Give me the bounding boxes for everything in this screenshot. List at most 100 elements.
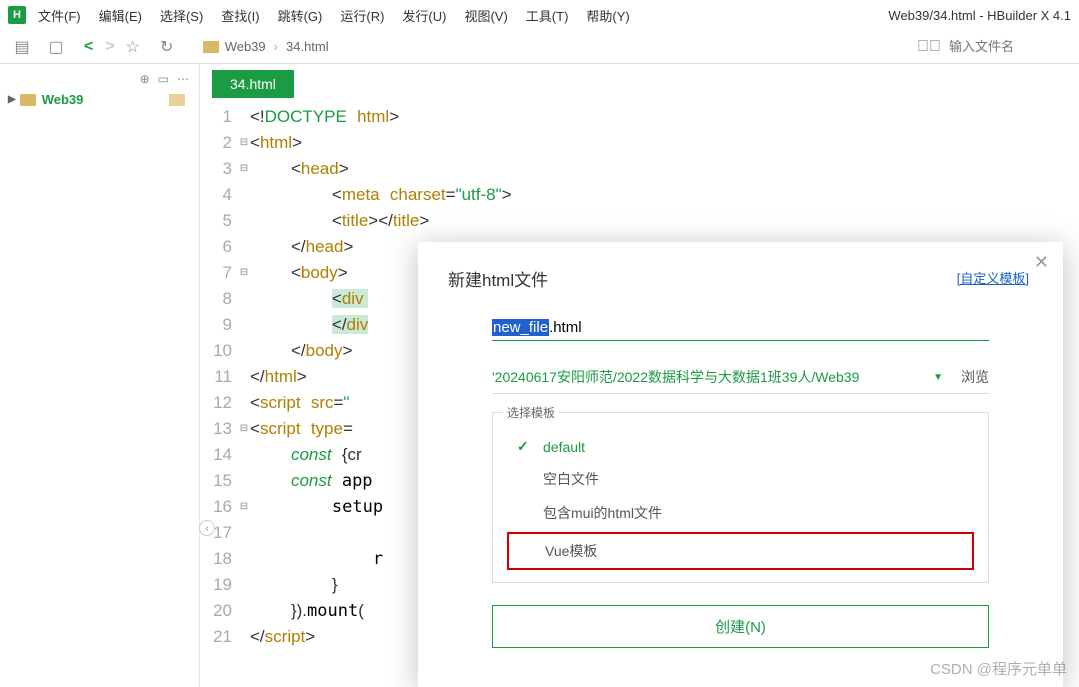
dialog-title: 新建html文件 (448, 266, 1033, 291)
new-file-dialog: ✕ 新建html文件 [自定义模板] new_file.html '202406… (418, 242, 1063, 687)
nav-forward-icon[interactable]: > (105, 38, 114, 56)
line-number: 9 (200, 312, 238, 338)
line-number: 16 (200, 494, 238, 520)
line-number: 12 (200, 390, 238, 416)
code-line[interactable]: 5 <title></title> (200, 208, 1079, 234)
tab-active[interactable]: 34.html (212, 70, 294, 98)
line-number: 19 (200, 572, 238, 598)
folder-icon (203, 41, 219, 53)
template-selector: 选择模板 ✓default空白文件包含mui的html文件Vue模板 (492, 412, 989, 583)
line-number: 5 (200, 208, 238, 234)
gutter-collapse-icon[interactable]: ‹ (199, 520, 215, 536)
path-value[interactable]: '20240617安阳师范/2022数据科学与大数据1班39人/Web39 (492, 367, 859, 387)
nav-back-icon[interactable]: < (84, 38, 93, 56)
code-line[interactable]: 2⊟<html> (200, 130, 1079, 156)
template-label: 包含mui的html文件 (543, 503, 662, 523)
code-text: </body> (250, 338, 352, 364)
code-text: } (250, 572, 338, 598)
template-option[interactable]: 空白文件 (507, 462, 974, 496)
breadcrumb-separator: › (274, 39, 278, 54)
code-text: setup (250, 494, 383, 520)
fold-icon[interactable]: ⊟ (238, 494, 250, 520)
fold-icon[interactable]: ⊟ (238, 156, 250, 182)
code-line[interactable]: 3⊟ <head> (200, 156, 1079, 182)
code-text: <html> (250, 130, 302, 156)
more-icon[interactable]: ⋯ (177, 72, 189, 86)
template-option[interactable]: ✓default (507, 431, 974, 462)
line-number: 2 (200, 130, 238, 156)
custom-template-link[interactable]: [自定义模板] (957, 268, 1029, 287)
code-text: <body> (250, 260, 348, 286)
breadcrumb-folder[interactable]: Web39 (225, 39, 266, 54)
menu-item[interactable]: 文件(F) (38, 6, 81, 25)
menu-item[interactable]: 跳转(G) (278, 6, 323, 25)
breadcrumb-file[interactable]: 34.html (286, 39, 329, 54)
code-text: </script> (250, 624, 315, 650)
toolbar: ▤ ▢ < > ☆ ↻ Web39 › 34.html �⃠ (0, 30, 1079, 64)
line-number: 10 (200, 338, 238, 364)
tree-item-project[interactable]: ▶ Web39 (0, 88, 199, 111)
line-number: 21 (200, 624, 238, 650)
collapse-icon[interactable]: ⊕ (140, 72, 150, 86)
template-label: 空白文件 (543, 469, 599, 489)
caret-icon: ▶ (8, 94, 16, 105)
menu-item[interactable]: 编辑(E) (99, 6, 142, 25)
code-text: <meta charset="utf-8"> (250, 182, 512, 208)
fold-icon[interactable]: ⊟ (238, 416, 250, 442)
template-label: Vue模板 (545, 541, 597, 561)
breadcrumb[interactable]: Web39 › 34.html (203, 39, 329, 54)
code-text: </head> (250, 234, 353, 260)
project-name: Web39 (42, 92, 84, 107)
caret-down-icon[interactable]: ▼ (933, 372, 943, 383)
editor-tabs: 34.html (200, 64, 1079, 98)
new-file-icon[interactable]: ▤ (10, 36, 34, 58)
template-option[interactable]: 包含mui的html文件 (507, 496, 974, 530)
fold-icon[interactable]: ⊟ (238, 260, 250, 286)
app-logo: H (8, 6, 26, 24)
code-text: </div (250, 312, 368, 338)
menu-bar: H 文件(F) 编辑(E) 选择(S) 查找(I) 跳转(G) 运行(R) 发行(U) 视图(… (0, 0, 1079, 30)
menu-item[interactable]: 查找(I) (221, 6, 259, 25)
menu-item[interactable]: 运行(R) (340, 6, 384, 25)
code-text: </html> (250, 364, 307, 390)
search-icon[interactable]: �⃠ (917, 38, 941, 56)
template-option[interactable]: Vue模板 (507, 532, 974, 570)
code-line[interactable]: 4 <meta charset="utf-8"> (200, 182, 1079, 208)
save-icon[interactable]: ▢ (44, 36, 68, 58)
path-row: '20240617安阳师范/2022数据科学与大数据1班39人/Web39 ▼ … (492, 367, 989, 394)
line-number: 13 (200, 416, 238, 442)
line-number: 15 (200, 468, 238, 494)
line-number: 3 (200, 156, 238, 182)
code-text: <title></title> (250, 208, 429, 234)
line-number: 8 (200, 286, 238, 312)
folder-icon (20, 94, 36, 106)
code-text: }).mount( (250, 598, 364, 624)
menu-item[interactable]: 视图(V) (464, 6, 507, 25)
search-input[interactable] (949, 39, 1069, 54)
star-icon[interactable]: ☆ (121, 36, 145, 58)
create-button[interactable]: 创建(N) (492, 605, 989, 648)
menu-item[interactable]: 选择(S) (160, 6, 203, 25)
code-line[interactable]: 1<!DOCTYPE html> (200, 104, 1079, 130)
search-area: �⃠ (917, 38, 1069, 56)
browse-button[interactable]: 浏览 (961, 367, 989, 387)
close-icon[interactable]: ✕ (1034, 252, 1049, 273)
window-title: Web39/34.html - HBuilder X 4.1 (888, 8, 1071, 23)
line-number: 1 (200, 104, 238, 130)
filename-input[interactable]: new_file.html (492, 319, 989, 341)
refresh-icon[interactable]: ↻ (155, 36, 179, 58)
menu-item[interactable]: 工具(T) (526, 6, 569, 25)
code-text: <script src=" (250, 390, 349, 416)
fold-icon[interactable]: ⊟ (238, 130, 250, 156)
sidebar: ⊕ ▭ ⋯ ▶ Web39 (0, 64, 200, 687)
line-number: 7 (200, 260, 238, 286)
filename-selected: new_file (492, 319, 549, 336)
code-text: <div (250, 286, 368, 312)
sync-icon[interactable]: ▭ (158, 72, 169, 86)
line-number: 14 (200, 442, 238, 468)
line-number: 20 (200, 598, 238, 624)
menu-item[interactable]: 发行(U) (402, 6, 446, 25)
sidebar-tools: ⊕ ▭ ⋯ (0, 70, 199, 88)
line-number: 11 (200, 364, 238, 390)
menu-item[interactable]: 帮助(Y) (586, 6, 629, 25)
